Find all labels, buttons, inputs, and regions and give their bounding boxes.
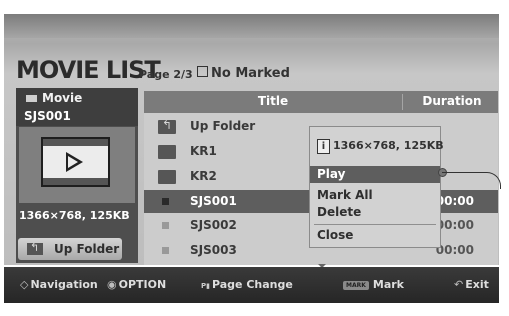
dpad-icon: ◇	[20, 278, 29, 291]
folder-icon	[158, 145, 176, 159]
footer-exit[interactable]: ↶ Exit	[454, 278, 489, 291]
footer-option[interactable]: ◉ OPTION	[107, 278, 166, 291]
preview-file-name: SJS001	[24, 109, 71, 123]
footer-page-change[interactable]: P▮ Page Change	[201, 278, 293, 291]
marked-status: No Marked	[197, 66, 290, 81]
popup-item-mark-all[interactable]: Mark All	[310, 187, 440, 204]
file-bullet-icon	[162, 247, 169, 254]
preview-header: Movie SJS001	[16, 88, 138, 126]
page-key-icon: P▮	[201, 282, 210, 290]
up-folder-icon	[27, 241, 43, 255]
tv-screen: MOVIE LIST Page 2/3 No Marked Movie SJS0…	[0, 0, 509, 316]
file-bullet-icon	[162, 198, 169, 205]
back-icon: ↶	[454, 278, 464, 291]
film-play-icon	[41, 137, 110, 187]
movie-icon	[26, 95, 37, 102]
option-icon: ◉	[107, 278, 117, 291]
popup-item-close[interactable]: Close	[310, 227, 440, 244]
mark-badge: MARK	[343, 280, 369, 290]
up-folder-icon	[158, 118, 176, 134]
info-icon: i	[317, 139, 330, 154]
column-title: Title	[257, 94, 289, 108]
checkbox-icon	[197, 66, 208, 77]
duration: 00:00	[435, 194, 474, 208]
footer-navigation: ◇ Navigation	[20, 278, 98, 291]
popup-info: i 1366×768, 125KB	[317, 139, 444, 154]
file-bullet-icon	[162, 222, 169, 229]
top-shade	[4, 14, 499, 38]
preview-panel: Movie SJS001 1366×768, 125KB	[16, 88, 138, 263]
footer-mark[interactable]: MARK Mark	[343, 278, 404, 291]
popup-item-play[interactable]: Play	[310, 166, 440, 183]
duration: 00:00	[435, 243, 474, 257]
option-popup: i 1366×768, 125KB Play Mark All Delete Cl…	[309, 126, 444, 248]
list-header: Title Duration	[144, 91, 498, 113]
duration: 00:00	[435, 218, 474, 232]
play-icon	[66, 152, 83, 172]
page-indicator: Page 2/3	[139, 68, 193, 81]
marked-status-label: No Marked	[211, 66, 290, 81]
category-label: Movie	[26, 91, 82, 105]
column-duration: Duration	[422, 94, 482, 108]
footer-bar: ◇ Navigation ◉ OPTION P▮ Page Change MARK Ma…	[4, 267, 499, 303]
preview-resolution: 1366×768, 125KB	[19, 209, 130, 222]
popup-item-delete[interactable]: Delete	[310, 204, 440, 221]
up-folder-button[interactable]: Up Folder	[18, 238, 122, 260]
folder-icon	[158, 170, 176, 184]
